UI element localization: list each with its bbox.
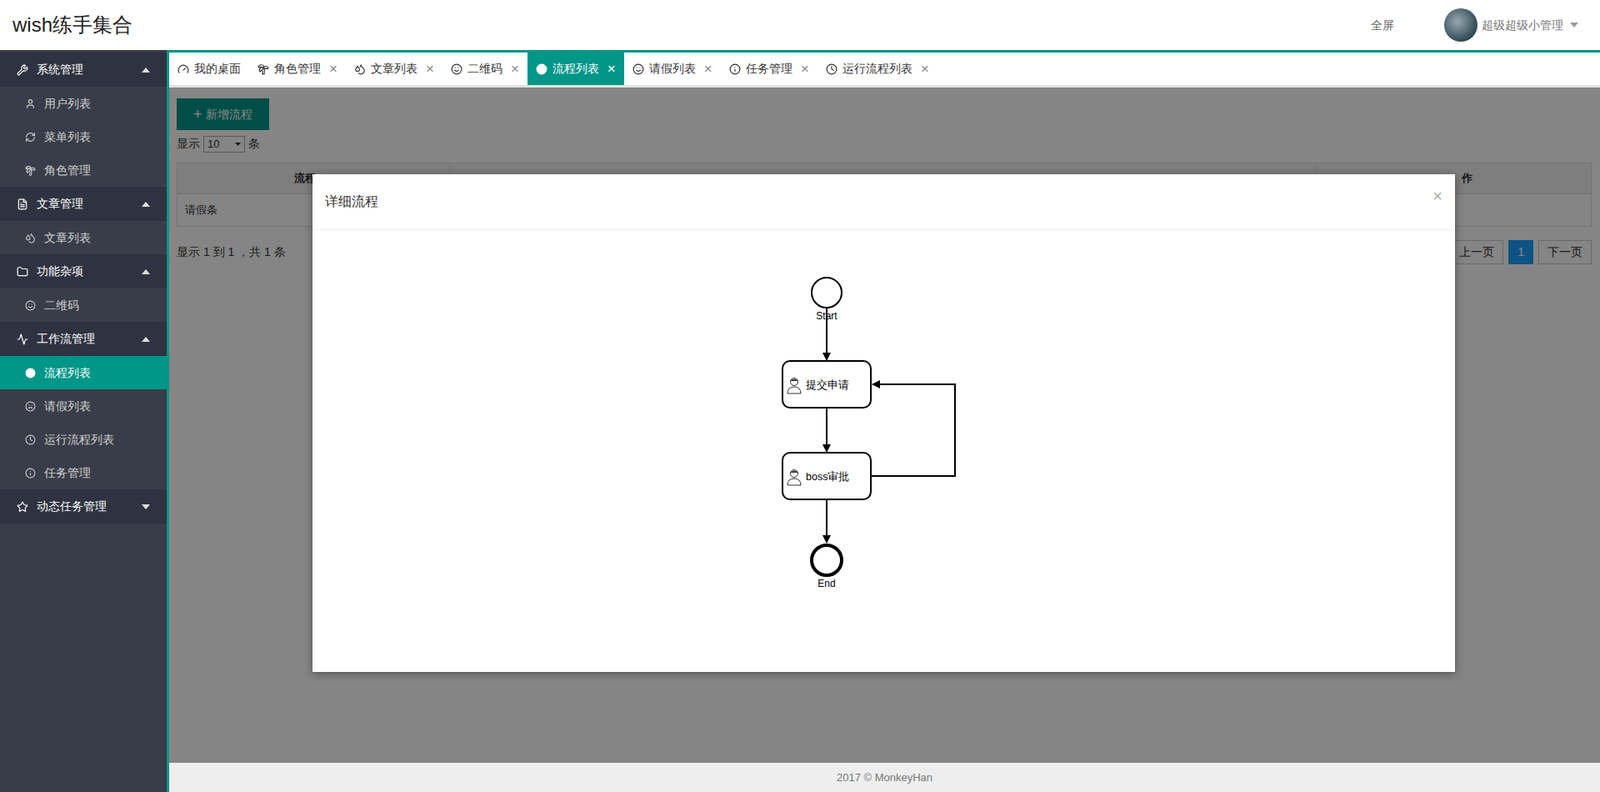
tab[interactable]: 流程列表×	[527, 52, 625, 85]
section-icon	[16, 265, 29, 278]
tab-close-button[interactable]: ×	[510, 61, 520, 76]
user-name[interactable]: 超级超级小管理	[1481, 16, 1564, 35]
content: +新增流程显示10条流程作请假条显示 1 到 1 ，共 1 条上一页1下一页详细…	[169, 87, 1600, 763]
svg-text:End: End	[817, 577, 835, 590]
sidebar-item[interactable]: 运行流程列表	[0, 422, 167, 456]
process-modal: 详细流程 × Start 提交申请 boss审批 End	[312, 174, 1455, 672]
expanded-arrow-icon	[141, 201, 150, 207]
flow-edge	[825, 408, 828, 452]
item-icon	[25, 98, 36, 110]
tab[interactable]: 角色管理×	[249, 52, 346, 85]
process-diagram: Start 提交申请 boss审批 End	[312, 230, 1455, 672]
item-icon	[25, 165, 36, 176]
main-area: 我的桌面角色管理×文章列表×二维码×流程列表×请假列表×任务管理×运行流程列表×…	[166, 50, 1600, 792]
collapsed-arrow-icon	[141, 504, 150, 510]
sidebar-section-header[interactable]: 动态任务管理	[0, 489, 167, 524]
tab[interactable]: 运行流程列表×	[817, 52, 938, 85]
app-title: wish练手集合	[12, 10, 133, 40]
item-icon	[25, 300, 36, 311]
sidebar-section: 功能杂项二维码	[0, 254, 167, 322]
tab-close-button[interactable]: ×	[607, 61, 616, 76]
expanded-arrow-icon	[141, 269, 150, 275]
sidebar-section: 系统管理用户列表菜单列表角色管理	[0, 52, 167, 187]
tab-icon	[535, 63, 548, 75]
svg-text:Start: Start	[815, 310, 838, 322]
user-task-icon	[787, 470, 801, 486]
section-icon	[16, 198, 29, 210]
tab-icon	[825, 63, 838, 75]
tab-close-button[interactable]: ×	[329, 61, 338, 76]
flow-edge	[871, 384, 955, 476]
fullscreen-button[interactable]: 全屏	[1370, 16, 1395, 35]
item-icon	[25, 232, 36, 244]
avatar[interactable]	[1444, 8, 1478, 42]
footer: 2017 © MonkeyHan	[169, 762, 1600, 792]
top-header: wish练手集合 全屏 超级超级小管理	[0, 0, 1600, 50]
tab-icon	[729, 63, 741, 75]
tab[interactable]: 任务管理×	[720, 52, 818, 85]
body: 系统管理用户列表菜单列表角色管理文章管理文章列表功能杂项二维码工作流管理流程列表…	[0, 50, 1600, 792]
tab[interactable]: 请假列表×	[624, 52, 721, 85]
collapsed-arrow-icon	[1570, 22, 1579, 28]
section-icon	[16, 64, 29, 76]
section-icon	[16, 500, 29, 513]
tab-icon	[257, 63, 270, 75]
tab[interactable]: 我的桌面	[169, 52, 250, 85]
tab-icon	[177, 63, 190, 75]
item-icon	[25, 400, 36, 412]
tab-icon	[632, 63, 645, 75]
item-icon	[25, 131, 36, 143]
sidebar-section-header[interactable]: 系统管理	[0, 52, 167, 87]
item-icon	[25, 434, 36, 445]
sidebar-item[interactable]: 请假列表	[0, 389, 167, 423]
sidebar-item[interactable]: 任务管理	[0, 455, 167, 490]
item-icon	[25, 467, 36, 479]
flow-edge	[825, 500, 828, 543]
tab-close-button[interactable]: ×	[704, 61, 713, 76]
svg-text:提交申请: 提交申请	[805, 378, 850, 391]
sidebar-item[interactable]: 角色管理	[0, 153, 167, 187]
tab[interactable]: 文章列表×	[345, 52, 443, 85]
tab-icon	[354, 63, 366, 75]
svg-text:boss审批: boss审批	[805, 470, 850, 483]
tab-close-button[interactable]: ×	[800, 61, 810, 76]
tab-icon	[450, 63, 463, 75]
sidebar-item[interactable]: 二维码	[0, 288, 167, 322]
tab-close-button[interactable]: ×	[920, 61, 930, 76]
sidebar-section-header[interactable]: 文章管理	[0, 186, 167, 221]
end-event[interactable]: End	[811, 545, 842, 590]
sidebar-section-header[interactable]: 功能杂项	[0, 254, 167, 289]
sidebar-section: 文章管理文章列表	[0, 186, 167, 255]
sidebar: 系统管理用户列表菜单列表角色管理文章管理文章列表功能杂项二维码工作流管理流程列表…	[0, 50, 167, 792]
tab-close-button[interactable]: ×	[425, 61, 435, 76]
sidebar-item[interactable]: 流程列表	[0, 355, 167, 390]
sidebar-item[interactable]: 菜单列表	[0, 120, 167, 154]
app: wish练手集合全屏超级超级小管理系统管理用户列表菜单列表角色管理文章管理文章列…	[0, 0, 1600, 792]
sidebar-item[interactable]: 用户列表	[0, 86, 167, 120]
sidebar-section: 工作流管理流程列表请假列表运行流程列表任务管理	[0, 321, 167, 490]
sidebar-section-header[interactable]: 工作流管理	[0, 321, 167, 356]
modal-header: 详细流程 ×	[312, 174, 1455, 230]
header-right: 全屏 超级超级小管理	[1370, 8, 1579, 42]
start-event[interactable]: Start	[811, 277, 842, 322]
user-task-icon	[787, 378, 801, 395]
modal-close-button[interactable]: ×	[1432, 187, 1443, 205]
sidebar-section: 动态任务管理	[0, 489, 167, 524]
modal-body: Start 提交申请 boss审批 End	[312, 230, 1455, 672]
expanded-arrow-icon	[141, 67, 150, 73]
section-icon	[16, 333, 29, 345]
tab-bar: 我的桌面角色管理×文章列表×二维码×流程列表×请假列表×任务管理×运行流程列表×	[169, 52, 1600, 88]
sidebar-item[interactable]: 文章列表	[0, 220, 167, 255]
user-task[interactable]: 提交申请	[782, 360, 871, 408]
item-icon	[25, 367, 36, 379]
user-task[interactable]: boss审批	[782, 452, 871, 500]
expanded-arrow-icon	[141, 336, 150, 342]
modal-title: 详细流程	[325, 191, 379, 212]
tab[interactable]: 二维码×	[442, 52, 528, 85]
